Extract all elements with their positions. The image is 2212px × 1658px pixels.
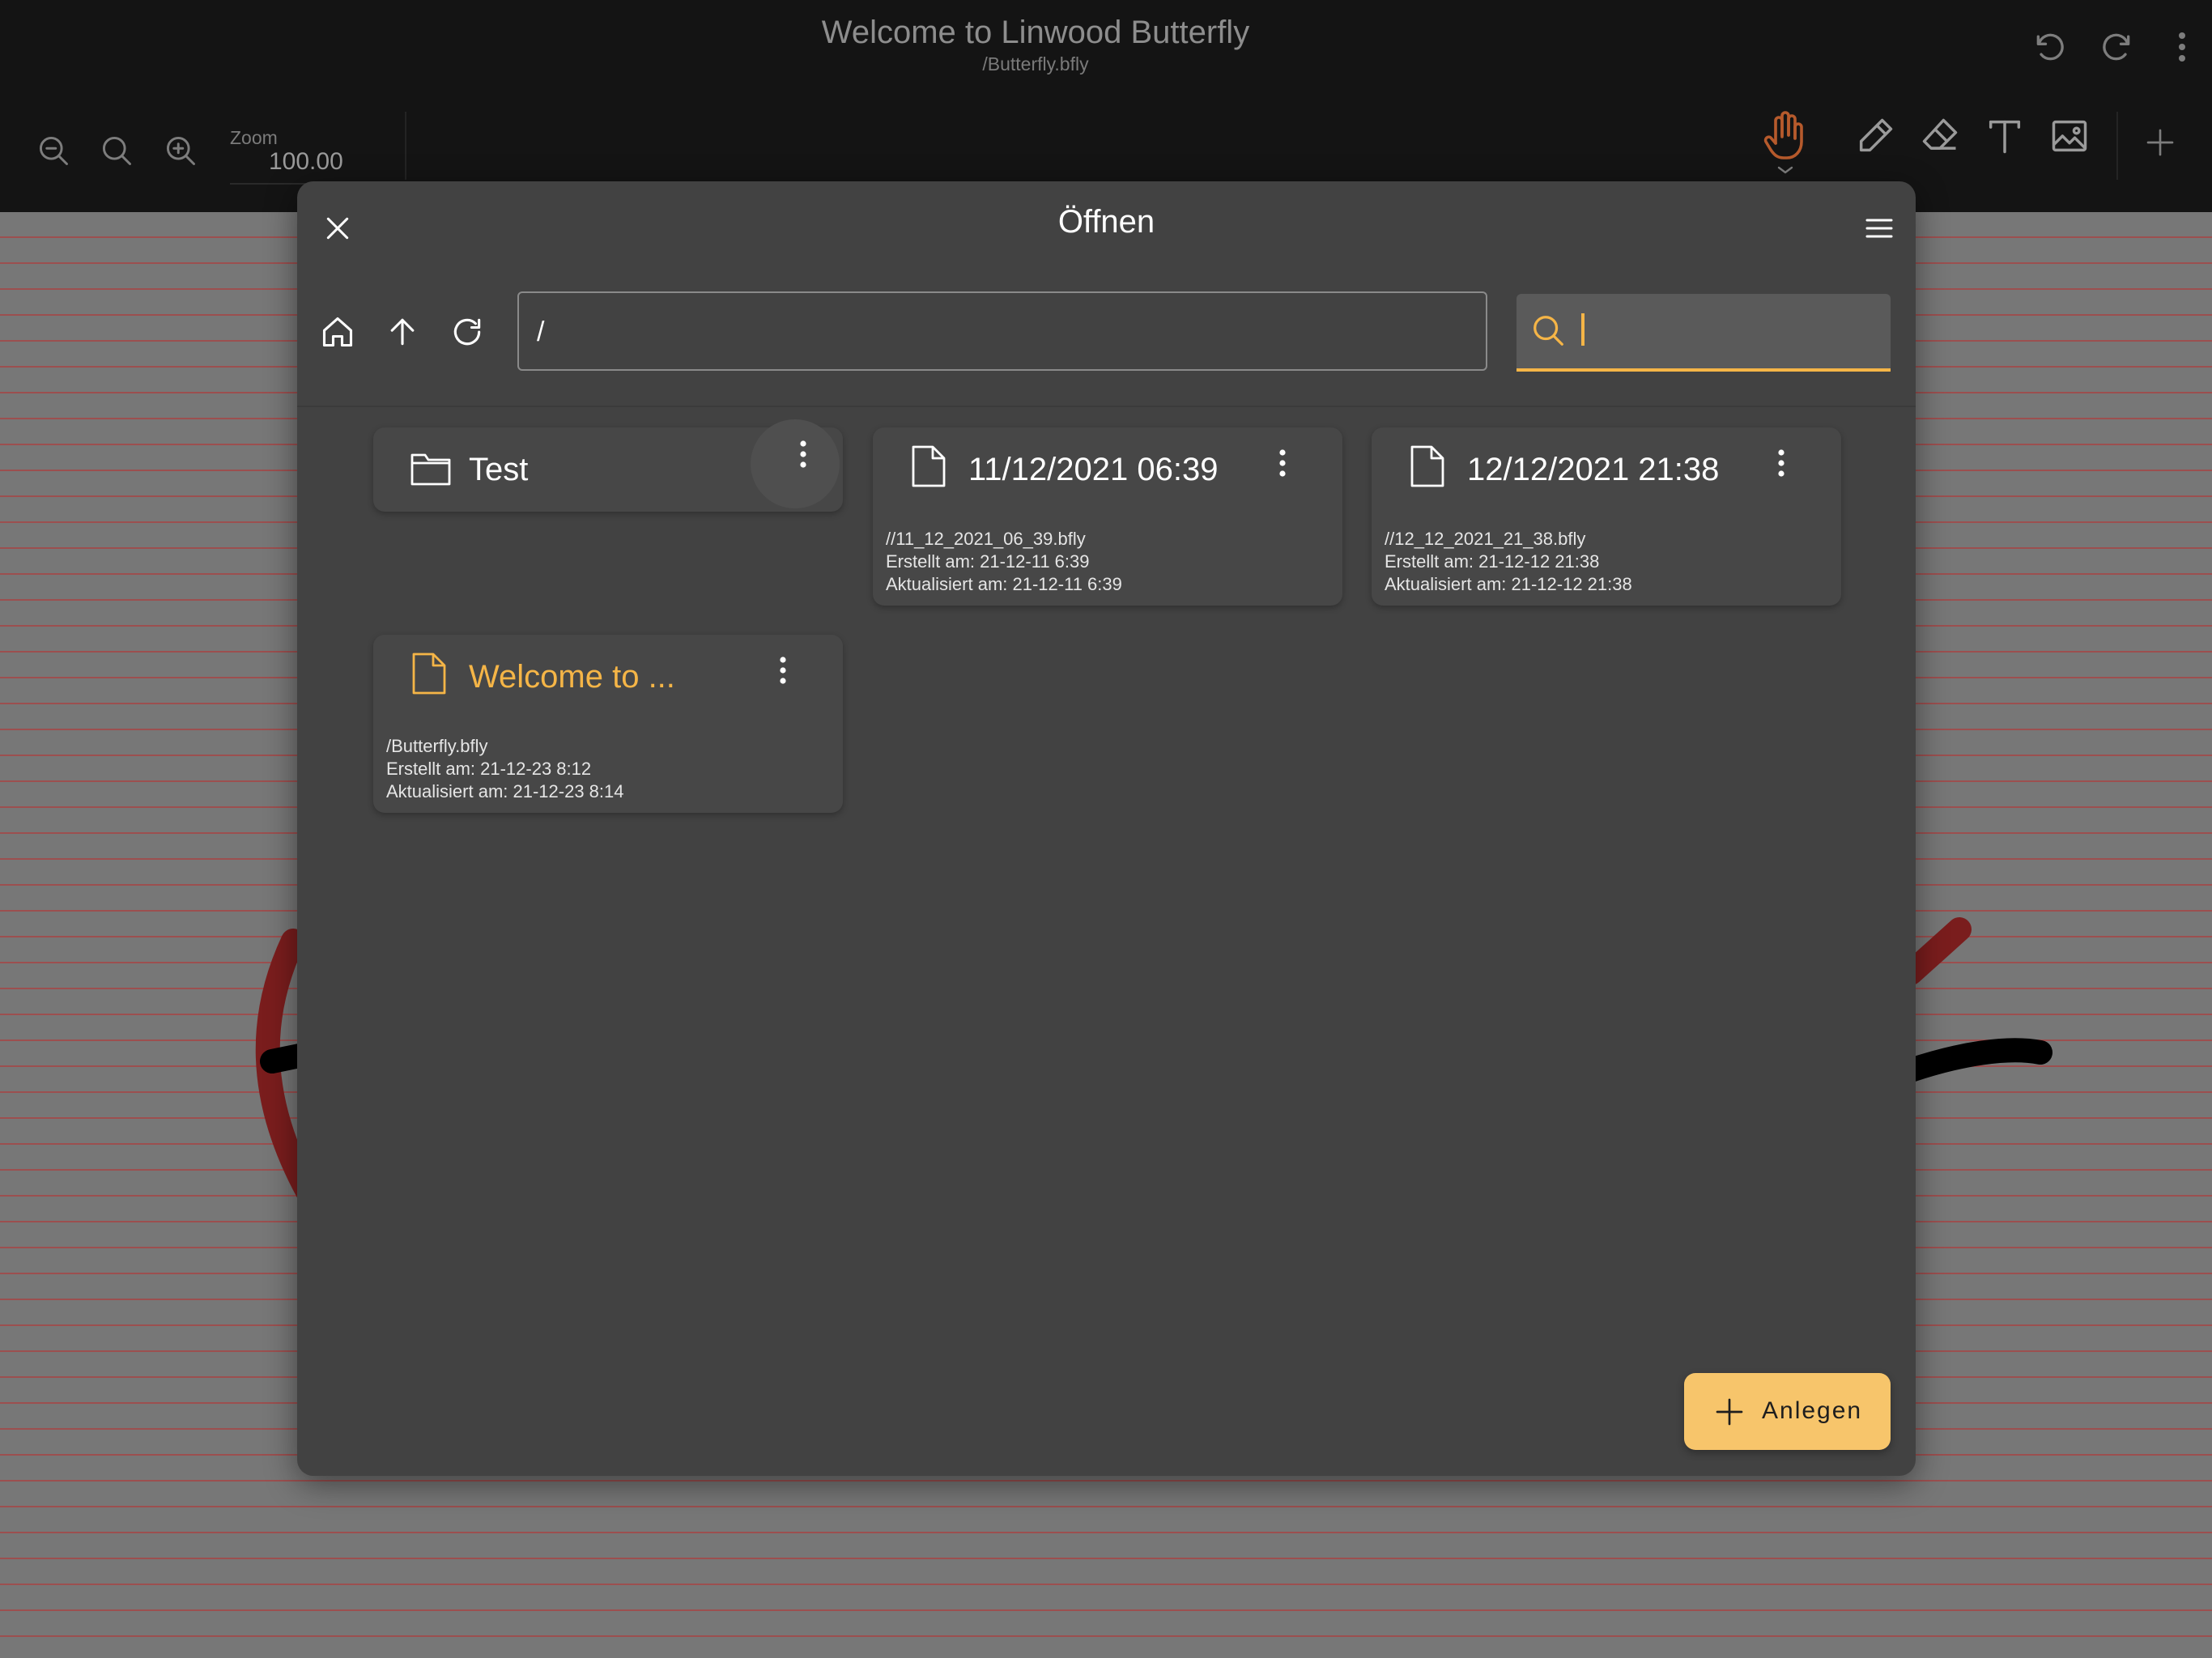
more-vert-icon: [2179, 32, 2185, 62]
search-field[interactable]: [1516, 294, 1891, 372]
redo-button[interactable]: [2091, 21, 2142, 73]
more-vert-icon: [800, 440, 806, 468]
path-input[interactable]: [535, 293, 1470, 371]
dialog-divider: [297, 406, 1916, 407]
folder-name: Test: [469, 452, 529, 487]
folder-icon: [410, 453, 451, 486]
open-dialog: Öffnen Test: [297, 181, 1916, 1476]
file-name: 12/12/2021 21:38: [1467, 452, 1720, 487]
file-created: Erstellt am: 21-12-11 6:39: [886, 551, 1090, 572]
file-name: 11/12/2021 06:39: [968, 452, 1219, 487]
zoom-reset-button[interactable]: [92, 126, 141, 175]
refresh-icon: [453, 318, 481, 346]
zoom-out-button[interactable]: [29, 126, 78, 175]
pen-tool-button[interactable]: [1849, 110, 1901, 162]
file-details: //12_12_2021_21_38.bfly Erstellt am: 21-…: [1385, 528, 1632, 596]
image-tool-icon: [2052, 120, 2087, 152]
parent-directory-button[interactable]: [376, 306, 428, 358]
home-icon: [322, 317, 353, 347]
arrow-up-icon: [390, 318, 415, 346]
eraser-tool-icon: [1922, 118, 1958, 150]
dialog-menu-button[interactable]: [1853, 202, 1905, 254]
create-button-label: Anlegen: [1762, 1397, 1863, 1424]
app-bar: Welcome to Linwood Butterfly /Butterfly.…: [0, 0, 2212, 212]
file-updated: Aktualisiert am: 21-12-11 6:39: [886, 574, 1122, 594]
pen-tool-icon: [1859, 118, 1893, 152]
file-card[interactable]: 11/12/2021 06:39 //11_12_2021_06_39.bfly…: [873, 427, 1342, 606]
red-stroke-right: [1899, 917, 1972, 985]
file-icon: [412, 653, 446, 695]
add-icon: [1716, 1398, 1743, 1426]
eraser-tool-button[interactable]: [1914, 110, 1966, 162]
text-cursor: [1581, 313, 1585, 346]
dialog-title: Öffnen: [1057, 204, 1155, 240]
add-tool-button[interactable]: [2136, 118, 2184, 167]
file-icon: [1410, 445, 1444, 487]
zoom-reset-icon: [102, 136, 131, 165]
undo-button[interactable]: [2024, 21, 2076, 73]
zoom-label: Zoom: [230, 127, 278, 148]
file-updated: Aktualisiert am: 21-12-12 21:38: [1385, 574, 1632, 594]
hand-tool-button[interactable]: [1757, 105, 1814, 178]
toolbar-divider: [2116, 112, 2118, 180]
path-field[interactable]: [517, 291, 1487, 371]
file-updated: Aktualisiert am: 21-12-23 8:14: [386, 781, 624, 801]
file-options-button[interactable]: [1250, 431, 1315, 495]
file-created: Erstellt am: 21-12-23 8:12: [386, 759, 592, 779]
more-vert-icon: [1778, 449, 1784, 477]
folder-options-button[interactable]: [751, 419, 840, 508]
file-path: /Butterfly.bfly: [386, 736, 488, 756]
file-details: /Butterfly.bfly Erstellt am: 21-12-23 8:…: [386, 735, 624, 803]
zoom-out-icon: [39, 136, 68, 165]
file-path: //11_12_2021_06_39.bfly: [886, 529, 1086, 549]
file-icon: [912, 445, 946, 487]
redo-icon: [2103, 33, 2130, 61]
text-tool-button[interactable]: [1979, 110, 2031, 162]
file-card-current[interactable]: Welcome to ... /Butterfly.bfly Erstellt …: [373, 635, 843, 813]
more-vert-icon: [1279, 449, 1286, 477]
more-vert-icon: [780, 657, 786, 684]
toolbar-divider: [405, 112, 406, 180]
folder-card-test[interactable]: Test: [373, 419, 843, 512]
file-path: //12_12_2021_21_38.bfly: [1385, 529, 1586, 549]
file-options-button[interactable]: [751, 638, 815, 703]
hamburger-menu-icon: [1865, 219, 1893, 238]
refresh-button[interactable]: [441, 306, 493, 358]
app-menu-button[interactable]: [2162, 21, 2202, 73]
create-button[interactable]: Anlegen: [1684, 1373, 1891, 1450]
image-tool-button[interactable]: [2044, 110, 2095, 162]
zoom-in-icon: [166, 136, 195, 165]
undo-icon: [2036, 33, 2064, 61]
file-details: //11_12_2021_06_39.bfly Erstellt am: 21-…: [886, 528, 1122, 596]
document-path: /Butterfly.bfly: [982, 53, 1089, 74]
zoom-input[interactable]: 100.00: [269, 148, 343, 176]
file-options-button[interactable]: [1749, 431, 1814, 495]
black-stroke-right: [1899, 1038, 2052, 1082]
file-name: Welcome to ...: [469, 659, 675, 695]
file-card[interactable]: 12/12/2021 21:38 //12_12_2021_21_38.bfly…: [1372, 427, 1841, 606]
add-tool-icon: [2146, 129, 2174, 156]
hand-tool-icon: [1763, 111, 1803, 174]
file-created: Erstellt am: 21-12-12 21:38: [1385, 551, 1600, 572]
document-title: Welcome to Linwood Butterfly: [821, 15, 1250, 50]
zoom-in-button[interactable]: [156, 126, 205, 175]
text-tool-icon: [1989, 120, 2021, 154]
search-icon: [1534, 316, 1563, 346]
home-button[interactable]: [312, 306, 364, 358]
